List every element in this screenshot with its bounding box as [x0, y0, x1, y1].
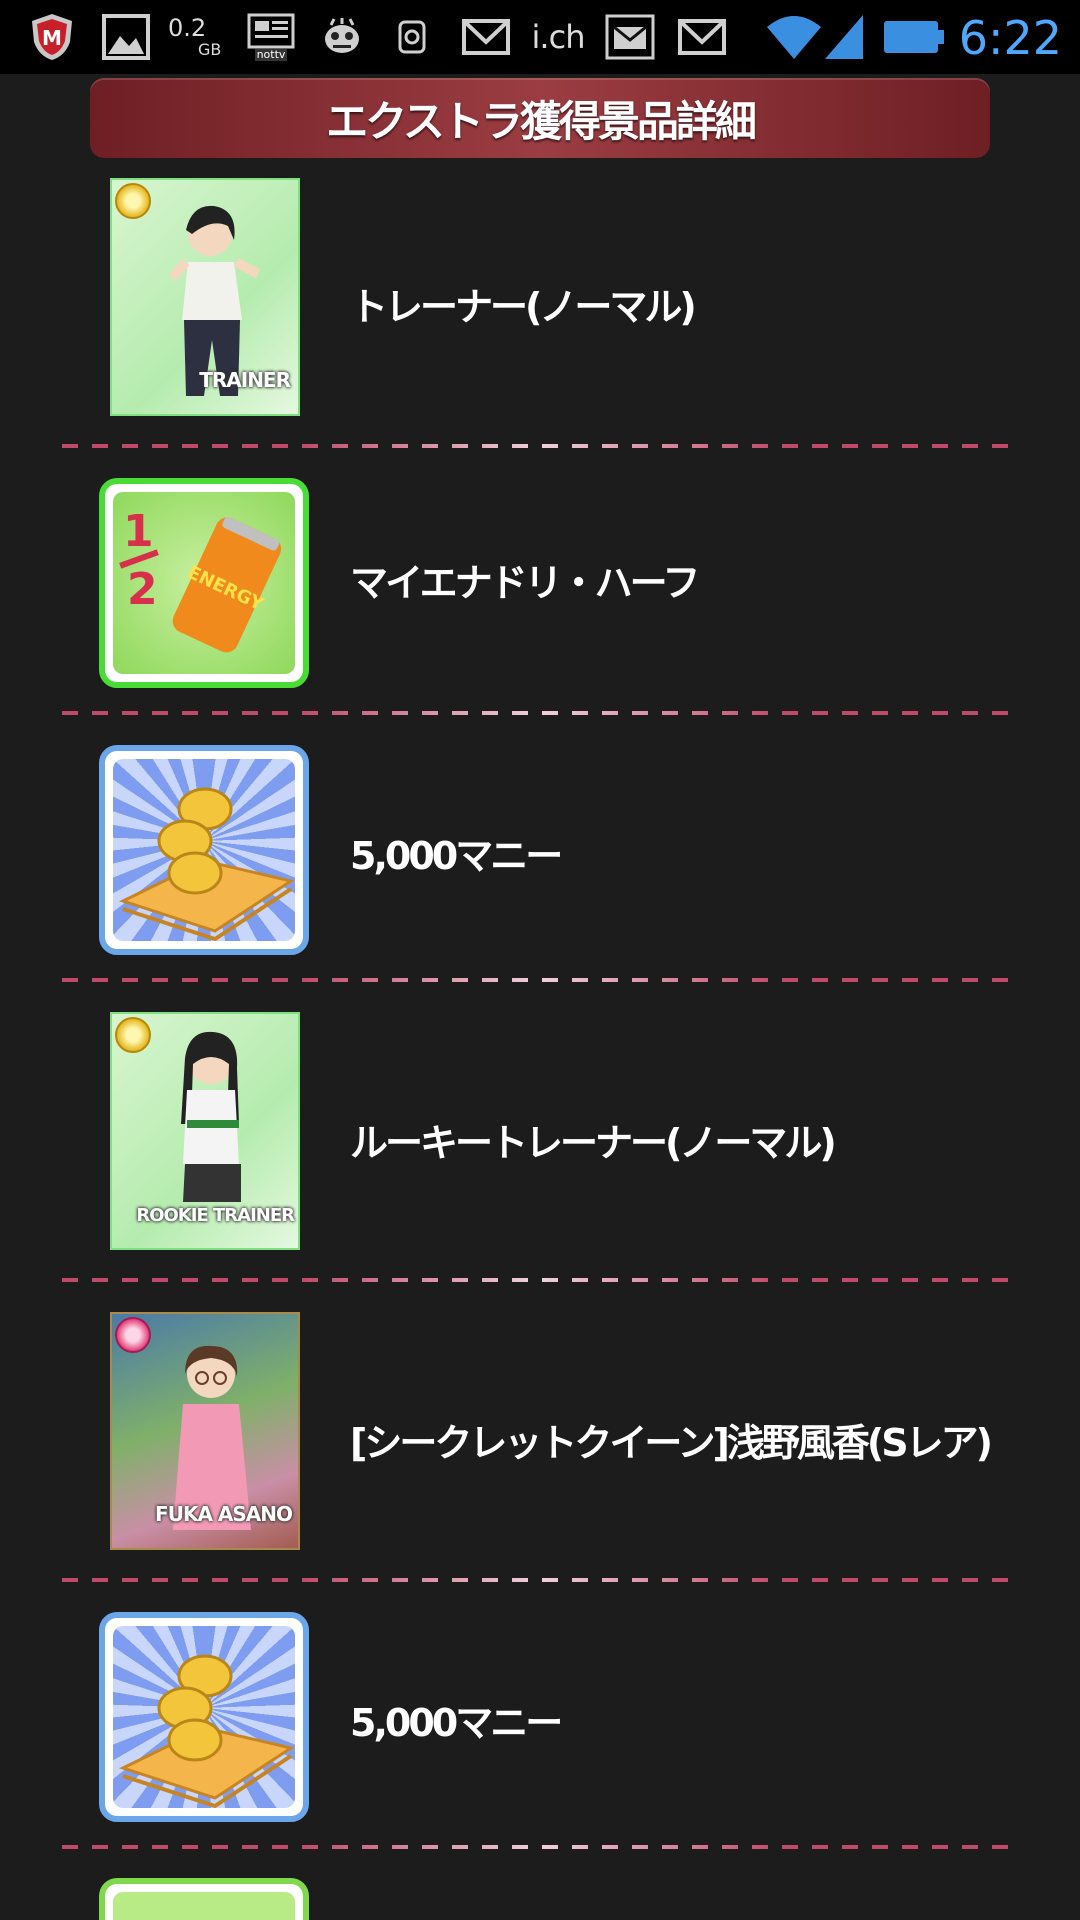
prize-row: FUKA ASANO [シークレットクイーン]浅野風香(Sレア): [0, 1312, 1080, 1552]
wifi-icon: [764, 10, 824, 64]
half-mark-numerator: 1: [123, 506, 154, 557]
nottv-label: nottv: [254, 48, 288, 61]
prize-name: トレーナー(ノーマル): [350, 285, 697, 329]
fuka-asano-card-icon: FUKA ASANO: [110, 1312, 300, 1550]
row-divider: [62, 444, 1018, 448]
money-coins-icon: [99, 745, 309, 955]
prize-name: ルーキートレーナー(ノーマル): [350, 1121, 837, 1165]
card-caption: FUKA ASANO: [155, 1502, 293, 1526]
status-clock: 6:22: [958, 11, 1062, 65]
half-mark-denominator: 2: [127, 564, 158, 615]
storage-unit: GB: [198, 40, 222, 59]
prize-row: 5,000マニー: [0, 1612, 1080, 1822]
rookie-trainer-card-icon: ROOKIE TRAINER: [110, 1012, 300, 1250]
card-caption: ROOKIE TRAINER: [136, 1205, 295, 1226]
money-coins-icon: [99, 1612, 309, 1822]
prize-row: [0, 1878, 1080, 1920]
storage-indicator: 0.2 GB: [168, 10, 232, 64]
svg-text:M: M: [42, 26, 62, 50]
ich-label: i.ch: [531, 18, 586, 56]
battery-icon: [882, 10, 946, 64]
trainer-card-icon: TRAINER: [110, 178, 300, 416]
prize-name: [シークレットクイーン]浅野風香(Sレア): [350, 1421, 993, 1465]
prize-name: 5,000マニー: [350, 834, 563, 878]
prize-row: 1 2 ENERGY マイエナドリ・ハーフ: [0, 478, 1080, 688]
row-divider: [62, 1845, 1018, 1849]
row-divider: [62, 1278, 1018, 1282]
gmail-icon: [674, 10, 730, 64]
energy-drink-half-icon: 1 2 ENERGY: [99, 478, 309, 688]
gmail-icon: [458, 10, 514, 64]
card-caption: TRAINER: [199, 368, 291, 392]
prize-row: ROOKIE TRAINER ルーキートレーナー(ノーマル): [0, 1012, 1080, 1252]
sync-app-icon: [392, 10, 432, 64]
gallery-icon: [100, 10, 152, 64]
row-divider: [62, 711, 1018, 715]
mail-envelope-icon: [602, 10, 658, 64]
prize-row: TRAINER トレーナー(ノーマル): [0, 178, 1080, 448]
partial-item-icon: [99, 1878, 309, 1920]
mcafee-shield-icon: M: [26, 10, 78, 64]
status-bar: M 0.2 GB nottv i.ch 6:22: [0, 0, 1080, 74]
normal-rarity-icon: [115, 1017, 151, 1053]
nottv-icon: nottv: [244, 10, 298, 64]
srare-rarity-icon: [115, 1317, 151, 1353]
row-divider: [62, 1578, 1018, 1582]
prize-name: 5,000マニー: [350, 1701, 563, 1745]
prize-row: 5,000マニー: [0, 745, 1080, 955]
page-title: エクストラ獲得景品詳細: [326, 96, 757, 146]
page-header: エクストラ獲得景品詳細: [90, 78, 990, 158]
row-divider: [62, 978, 1018, 982]
ich-app-icon: i.ch: [528, 10, 588, 64]
monster-app-icon: [318, 10, 366, 64]
normal-rarity-icon: [115, 183, 151, 219]
prize-name: マイエナドリ・ハーフ: [350, 561, 700, 605]
storage-value: 0.2: [168, 14, 207, 42]
cell-signal-icon: [822, 10, 866, 64]
